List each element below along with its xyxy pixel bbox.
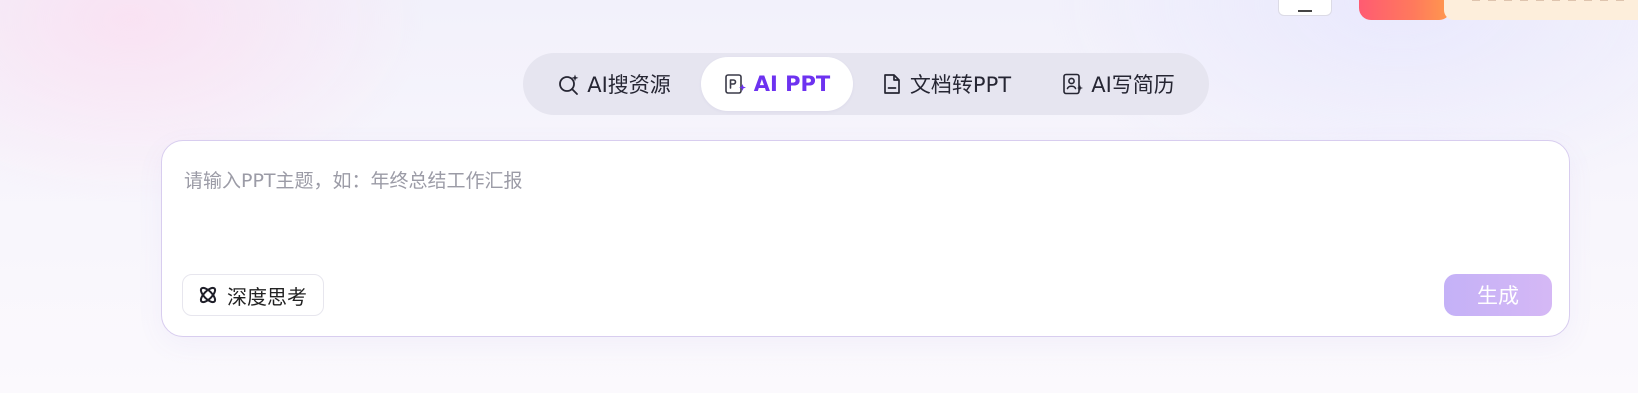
tab-label: 文档转PPT bbox=[909, 73, 1012, 97]
mode-tab-bar: AI搜资源 AI PPT 文档转PPT AI写简历 bbox=[523, 53, 1209, 115]
download-icon bbox=[1298, 7, 1312, 12]
magnify-sparkle-icon bbox=[557, 72, 581, 96]
tab-ai-resume[interactable]: AI写简历 bbox=[1038, 57, 1198, 111]
resume-sparkle-icon bbox=[1061, 72, 1085, 96]
document-icon bbox=[880, 72, 904, 96]
tab-label: AI PPT bbox=[753, 72, 831, 96]
deep-think-toggle[interactable]: 深度思考 bbox=[182, 274, 324, 316]
promo-text-fragment bbox=[1472, 0, 1632, 1]
topic-input[interactable] bbox=[184, 161, 1544, 201]
top-promo-banner[interactable] bbox=[1444, 0, 1638, 20]
deep-think-label: 深度思考 bbox=[227, 284, 307, 309]
top-download-button[interactable] bbox=[1278, 0, 1332, 16]
tab-ai-search[interactable]: AI搜资源 bbox=[527, 57, 701, 111]
atom-orbit-icon bbox=[197, 284, 219, 306]
generate-button[interactable]: 生成 bbox=[1444, 274, 1552, 316]
topic-input-card: 深度思考 生成 bbox=[161, 140, 1570, 337]
top-vip-badge[interactable] bbox=[1359, 0, 1451, 20]
slide-sparkle-icon bbox=[724, 72, 748, 96]
tab-doc-to-ppt[interactable]: 文档转PPT bbox=[853, 57, 1038, 111]
tab-label: AI写简历 bbox=[1091, 73, 1175, 97]
tab-ai-ppt[interactable]: AI PPT bbox=[701, 57, 853, 111]
tab-label: AI搜资源 bbox=[587, 73, 671, 97]
